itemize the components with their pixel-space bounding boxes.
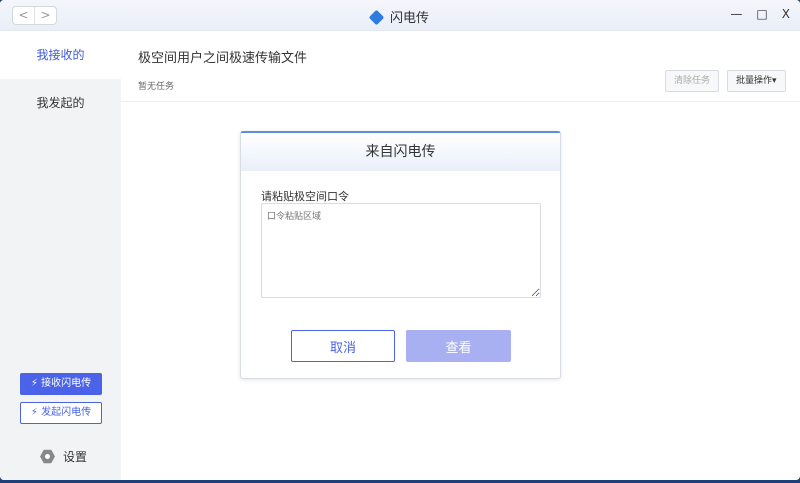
send-label: 发起闪电传 xyxy=(41,407,92,418)
view-button[interactable]: 查看 xyxy=(406,330,511,362)
minimize-button[interactable]: — xyxy=(730,7,742,21)
clear-tasks-button[interactable]: 清除任务 xyxy=(665,70,720,92)
token-label: 请粘贴极空间口令 xyxy=(261,190,349,203)
title-bar: < > 闪电传 — □ X xyxy=(0,0,800,31)
sidebar: 我接收的 我发起的 ⚡ 接收闪电传 ⚡ 发起闪电传 设置 xyxy=(0,31,121,480)
receive-button[interactable]: ⚡ 接收闪电传 xyxy=(20,373,102,395)
maximize-button[interactable]: □ xyxy=(756,7,767,21)
page-title: 极空间用户之间极速传输文件 xyxy=(138,51,308,66)
settings-button[interactable]: 设置 xyxy=(40,448,87,465)
app-logo-icon xyxy=(368,9,385,26)
divider xyxy=(121,101,800,102)
close-button[interactable]: X xyxy=(782,7,790,21)
lightning-icon: ⚡ xyxy=(30,378,38,389)
cancel-button[interactable]: 取消 xyxy=(291,330,395,362)
gear-icon xyxy=(40,449,55,464)
dialog-title: 来自闪电传 xyxy=(241,133,560,171)
window-title: 闪电传 xyxy=(389,11,429,26)
task-status: 暂无任务 xyxy=(138,82,175,92)
batch-operations-button[interactable]: 批量操作▾ xyxy=(727,70,786,92)
receive-dialog: 来自闪电传 请粘贴极空间口令 取消 查看 xyxy=(240,131,561,379)
sidebar-item-received[interactable]: 我接收的 xyxy=(0,31,121,79)
receive-label: 接收闪电传 xyxy=(41,378,92,389)
send-button[interactable]: ⚡ 发起闪电传 xyxy=(20,402,102,424)
settings-label: 设置 xyxy=(63,450,88,464)
sidebar-item-sent[interactable]: 我发起的 xyxy=(0,79,121,127)
token-input[interactable] xyxy=(261,203,541,298)
lightning-plus-icon: ⚡ xyxy=(30,407,38,418)
app-window: < > 闪电传 — □ X 我接收的 我发起的 ⚡ 接收闪电传 ⚡ 发起闪电传 … xyxy=(0,0,800,480)
